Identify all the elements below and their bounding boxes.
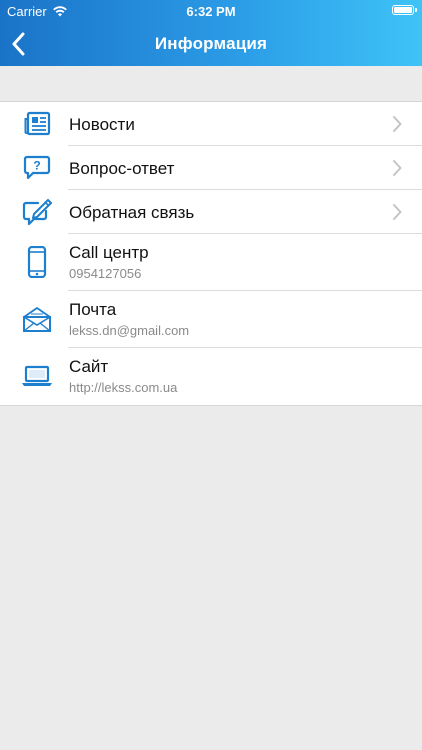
laptop-icon	[21, 361, 53, 391]
list-item-news[interactable]: Новости	[0, 102, 422, 146]
website-url[interactable]: http://lekss.com.ua	[69, 380, 177, 395]
envelope-icon	[21, 304, 53, 334]
feedback-label: Обратная связь	[69, 203, 195, 222]
list-item-feedback[interactable]: Обратная связь	[0, 190, 422, 234]
chevron-right-icon	[393, 160, 402, 176]
page-title: Информация	[154, 34, 268, 53]
newspaper-icon	[21, 109, 53, 139]
call-center-phone[interactable]: 0954127056	[69, 266, 141, 281]
phone-icon	[21, 246, 53, 278]
list-item-faq[interactable]: ? Вопрос-ответ	[0, 146, 422, 190]
svg-text:?: ?	[33, 159, 40, 173]
call-center-label: Call центр	[69, 243, 149, 262]
website-label: Сайт	[69, 357, 109, 376]
chevron-right-icon	[393, 116, 402, 132]
status-bar: Carrier 6:32 PM	[0, 0, 422, 22]
chevron-right-icon	[393, 204, 402, 220]
app-header: Carrier 6:32 PM Информация	[0, 0, 422, 66]
list-item-email[interactable]: Почта lekss.dn@gmail.com	[0, 291, 422, 348]
navigation-bar: Информация	[0, 22, 422, 66]
email-label: Почта	[69, 300, 117, 319]
feedback-pencil-icon	[21, 197, 53, 227]
list-item-call-center[interactable]: Call центр 0954127056	[0, 234, 422, 291]
news-label: Новости	[69, 115, 135, 134]
email-address[interactable]: lekss.dn@gmail.com	[69, 323, 189, 338]
question-bubble-icon: ?	[21, 153, 53, 183]
list-item-website[interactable]: Сайт http://lekss.com.ua	[0, 348, 422, 405]
battery-icon	[392, 5, 417, 15]
status-time: 6:32 PM	[186, 4, 236, 19]
info-list: Новости ? Вопрос-ответ Обратная связь Ca…	[0, 101, 422, 406]
faq-label: Вопрос-ответ	[69, 159, 175, 178]
